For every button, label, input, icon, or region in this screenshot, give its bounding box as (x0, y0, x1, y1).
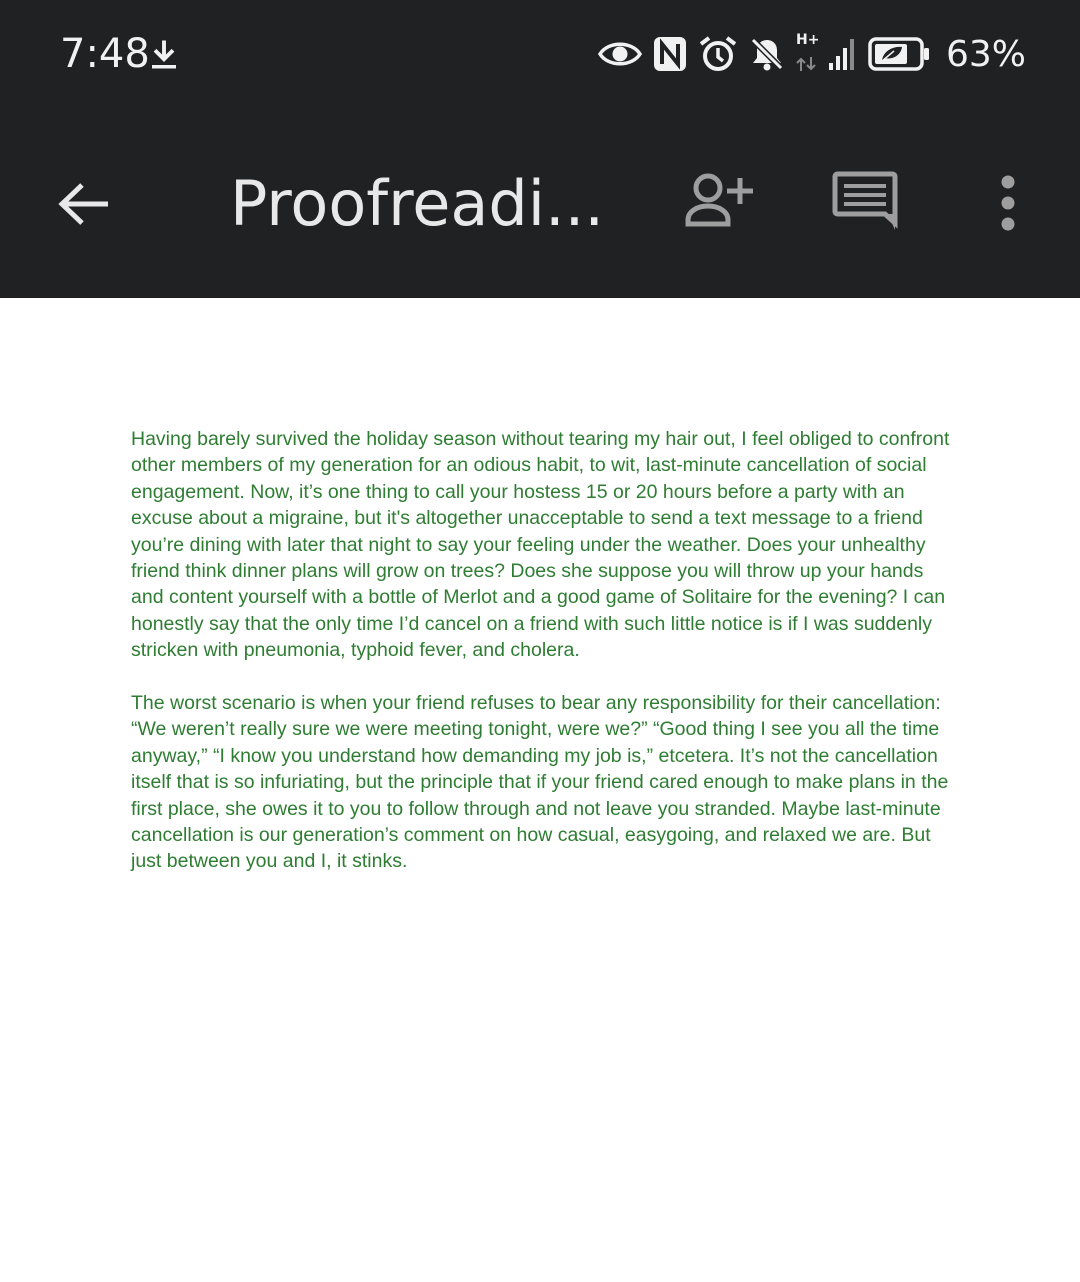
back-arrow-icon (58, 183, 108, 225)
more-vertical-icon (1001, 175, 1015, 231)
battery-saver-icon (868, 37, 929, 71)
document-title: Proofreadi... (230, 167, 605, 240)
share-button[interactable] (680, 164, 760, 244)
app-toolbar: Proofreadi... (0, 108, 1080, 298)
alarm-icon (699, 36, 737, 71)
nfc-icon (653, 37, 686, 71)
notifications-off-icon (750, 37, 784, 71)
comments-button[interactable] (826, 164, 906, 244)
paragraph: The worst scenario is when your friend r… (131, 692, 949, 873)
battery-percent: 63% (945, 33, 1026, 75)
back-button[interactable] (48, 168, 120, 240)
paragraph: Having barely survived the holiday seaso… (131, 428, 950, 662)
data-arrows-icon (796, 57, 816, 71)
download-icon (152, 40, 176, 69)
status-time: 7:48 (60, 31, 150, 77)
eye-icon (597, 42, 642, 66)
status-bar: 7:48 H+ 63% (0, 0, 1080, 108)
comment-icon (832, 171, 898, 230)
document-body[interactable]: Having barely survived the holiday seaso… (131, 426, 961, 901)
network-type: H+ (796, 32, 819, 74)
more-options-button[interactable] (968, 164, 1048, 244)
document-page[interactable]: Having barely survived the holiday seaso… (0, 298, 1080, 1282)
signal-icon (828, 39, 854, 70)
status-icons: H+ 63% (597, 30, 1026, 78)
add-person-icon (685, 173, 753, 227)
